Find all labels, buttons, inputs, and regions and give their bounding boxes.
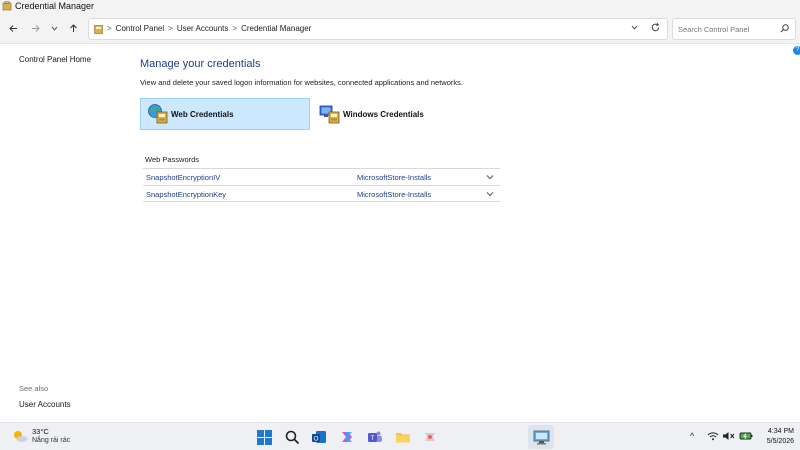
svg-text:O: O (313, 436, 318, 443)
up-arrow-icon[interactable] (66, 21, 80, 35)
breadcrumb-credential-manager[interactable]: Credential Manager (241, 24, 311, 33)
taskbar-search-icon[interactable] (283, 428, 301, 446)
credential-manager-icon (2, 1, 12, 11)
weather-temperature: 33°C (32, 427, 49, 436)
weather-condition: Nắng rải rác (32, 437, 71, 444)
credentials-list: SnapshotEncryptionIV MicrosoftStore-Inst… (143, 168, 500, 202)
weather-widget[interactable]: 33°C Nắng rải rác (12, 427, 70, 445)
file-explorer-icon[interactable] (394, 428, 412, 446)
title-bar: Credential Manager (0, 0, 800, 14)
navigation-bar: > Control Panel > User Accounts > Creden… (0, 14, 800, 44)
search-icon[interactable] (779, 23, 790, 34)
clock-time: 4:34 PM (767, 428, 794, 435)
web-passwords-heading: Web Passwords (145, 155, 200, 164)
windows-credentials-tab[interactable]: Windows Credentials (313, 98, 483, 130)
breadcrumb: > Control Panel > User Accounts > Creden… (107, 24, 311, 33)
credential-row[interactable]: SnapshotEncryptionIV MicrosoftStore-Inst… (143, 168, 500, 185)
search-placeholder: Search Control Panel (678, 25, 750, 34)
credential-source: MicrosoftStore-Installs (357, 190, 432, 199)
battery-charging-icon[interactable] (739, 431, 753, 443)
help-icon[interactable]: ? (793, 46, 800, 55)
breadcrumb-separator: > (107, 24, 112, 33)
outlook-icon[interactable]: O (310, 428, 328, 446)
web-credentials-label: Web Credentials (171, 109, 234, 119)
windows-credentials-label: Windows Credentials (343, 109, 424, 119)
refresh-icon[interactable] (650, 22, 661, 36)
user-accounts-link[interactable]: User Accounts (19, 400, 71, 409)
breadcrumb-separator: > (168, 24, 173, 33)
page-title: Manage your credentials (140, 58, 261, 70)
recent-locations-chevron-icon[interactable] (47, 21, 61, 35)
svg-text:T: T (371, 436, 375, 442)
credential-row[interactable]: SnapshotEncryptionKey MicrosoftStore-Ins… (143, 185, 500, 202)
clock-date: 5/5/2026 (766, 438, 794, 445)
volume-muted-icon[interactable] (722, 431, 735, 443)
expand-chevron-icon[interactable] (485, 172, 495, 182)
partly-sunny-icon (14, 431, 28, 442)
expand-chevron-icon[interactable] (485, 189, 495, 199)
back-arrow-icon[interactable] (6, 21, 20, 35)
control-panel-home-link[interactable]: Control Panel Home (19, 55, 91, 64)
windows-credentials-icon (319, 105, 340, 124)
start-windows-icon[interactable] (255, 428, 273, 446)
credential-manager-window: Credential Manager > Control Panel > Use… (0, 0, 800, 422)
window-title: Credential Manager (15, 1, 95, 11)
breadcrumb-separator: > (232, 24, 238, 33)
show-hidden-icons-chevron[interactable]: ^ (690, 431, 694, 441)
app-icon[interactable] (421, 428, 439, 446)
copilot-icon[interactable] (338, 428, 356, 446)
address-bar[interactable]: > Control Panel > User Accounts > Creden… (88, 18, 668, 40)
breadcrumb-control-panel[interactable]: Control Panel (116, 24, 164, 33)
taskbar: 33°C Nắng rải rác O T ^ 4:34 PM 5/5/2026 (0, 422, 800, 450)
credential-name[interactable]: SnapshotEncryptionIV (146, 173, 220, 182)
breadcrumb-user-accounts[interactable]: User Accounts (177, 24, 229, 33)
forward-arrow-icon[interactable] (28, 21, 42, 35)
address-history-chevron-icon[interactable] (630, 23, 639, 34)
wifi-icon[interactable] (707, 431, 719, 443)
system-clock[interactable]: 4:34 PM 5/5/2026 (756, 427, 794, 447)
control-panel-taskbar-icon[interactable] (532, 428, 550, 446)
page-description: View and delete your saved logon informa… (140, 78, 463, 87)
web-credentials-icon (148, 104, 168, 124)
see-also-label: See also (19, 384, 49, 393)
web-credentials-tab[interactable]: Web Credentials (140, 98, 310, 130)
search-box[interactable]: Search Control Panel (672, 18, 796, 40)
credential-source: MicrosoftStore-Installs (357, 173, 432, 182)
teams-icon[interactable]: T (366, 428, 384, 446)
control-panel-icon (94, 25, 103, 34)
credential-name[interactable]: SnapshotEncryptionKey (146, 190, 226, 199)
